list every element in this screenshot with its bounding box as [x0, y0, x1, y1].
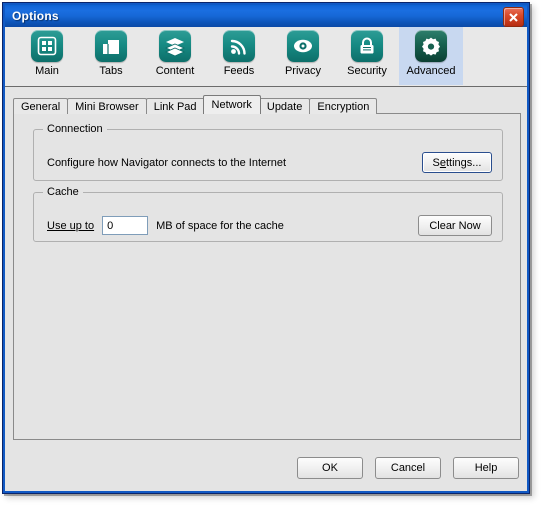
- tab-network[interactable]: Network: [202, 95, 261, 114]
- toolbar-item-advanced[interactable]: Advanced: [399, 27, 463, 85]
- category-toolbar: Main Tabs Content Feeds Privacy Security…: [5, 27, 527, 87]
- toolbar-item-privacy[interactable]: Privacy: [271, 27, 335, 85]
- toolbar-label-privacy: Privacy: [284, 65, 322, 77]
- cancel-button[interactable]: Cancel: [375, 457, 441, 479]
- close-button[interactable]: [503, 7, 524, 27]
- window-title: Options: [12, 9, 59, 23]
- cache-group: Cache Use up to MB of space for the cach…: [33, 186, 503, 242]
- tab-encryption[interactable]: Encryption: [309, 98, 378, 114]
- stacked-layers-icon: [159, 30, 191, 62]
- sub-tab-strip: General Mini Browser Link Pad Network Up…: [13, 95, 519, 114]
- dialog-footer: OK Cancel Help: [5, 457, 519, 479]
- connection-group-title: Connection: [43, 123, 107, 135]
- gear-icon: [415, 30, 447, 62]
- cache-size-suffix-label: MB of space for the cache: [156, 219, 284, 232]
- settings-button[interactable]: Settings...: [422, 152, 492, 173]
- toolbar-item-content[interactable]: Content: [143, 27, 207, 85]
- toolbar-label-security: Security: [347, 65, 387, 77]
- toolbar-label-feeds: Feeds: [223, 65, 255, 77]
- tab-mini-browser[interactable]: Mini Browser: [67, 98, 147, 114]
- connection-description: Configure how Navigator connects to the …: [47, 156, 287, 169]
- connection-row: Configure how Navigator connects to the …: [34, 152, 502, 173]
- toolbar-item-tabs[interactable]: Tabs: [79, 27, 143, 85]
- padlock-icon: [351, 30, 383, 62]
- toolbar-item-security[interactable]: Security: [335, 27, 399, 85]
- toolbar-label-content: Content: [155, 65, 195, 77]
- tab-update[interactable]: Update: [258, 98, 311, 114]
- cache-size-input[interactable]: [102, 216, 149, 235]
- toolbar-item-main[interactable]: Main: [15, 27, 79, 85]
- network-tab-panel: Connection Configure how Navigator conne…: [13, 113, 521, 440]
- clear-now-button[interactable]: Clear Now: [418, 215, 492, 236]
- close-x-icon: [509, 12, 518, 22]
- connection-group: Connection Configure how Navigator conne…: [33, 123, 503, 181]
- tab-general[interactable]: General: [13, 98, 69, 114]
- cache-size-label: Use up to: [47, 219, 95, 232]
- cache-row: Use up to MB of space for the cache Clea…: [34, 215, 502, 236]
- toolbar-label-advanced: Advanced: [406, 65, 456, 77]
- window-inner-frame: Options Main Tabs Content Feeds Privacy …: [3, 3, 529, 493]
- cancel-button-label: Cancel: [390, 462, 426, 474]
- help-button-label: Help: [474, 462, 498, 474]
- screen: Options Main Tabs Content Feeds Privacy …: [0, 0, 542, 511]
- ok-button-label: OK: [322, 462, 338, 474]
- toolbar-item-feeds[interactable]: Feeds: [207, 27, 271, 85]
- settings-button-label: Settings...: [432, 156, 482, 169]
- eye-icon: [287, 30, 319, 62]
- options-dialog-window: Options Main Tabs Content Feeds Privacy …: [2, 2, 530, 494]
- clear-now-button-label: Clear Now: [429, 219, 481, 232]
- rss-feed-icon: [223, 30, 255, 62]
- toolbar-label-main: Main: [35, 65, 59, 77]
- help-button[interactable]: Help: [453, 457, 519, 479]
- cache-group-title: Cache: [43, 186, 83, 198]
- toolbar-label-tabs: Tabs: [99, 65, 123, 77]
- ok-button[interactable]: OK: [297, 457, 363, 479]
- title-bar: Options: [5, 5, 527, 27]
- grid-squares-icon: [31, 30, 63, 62]
- tab-link-pad[interactable]: Link Pad: [145, 98, 205, 114]
- tab-page-icon: [95, 30, 127, 62]
